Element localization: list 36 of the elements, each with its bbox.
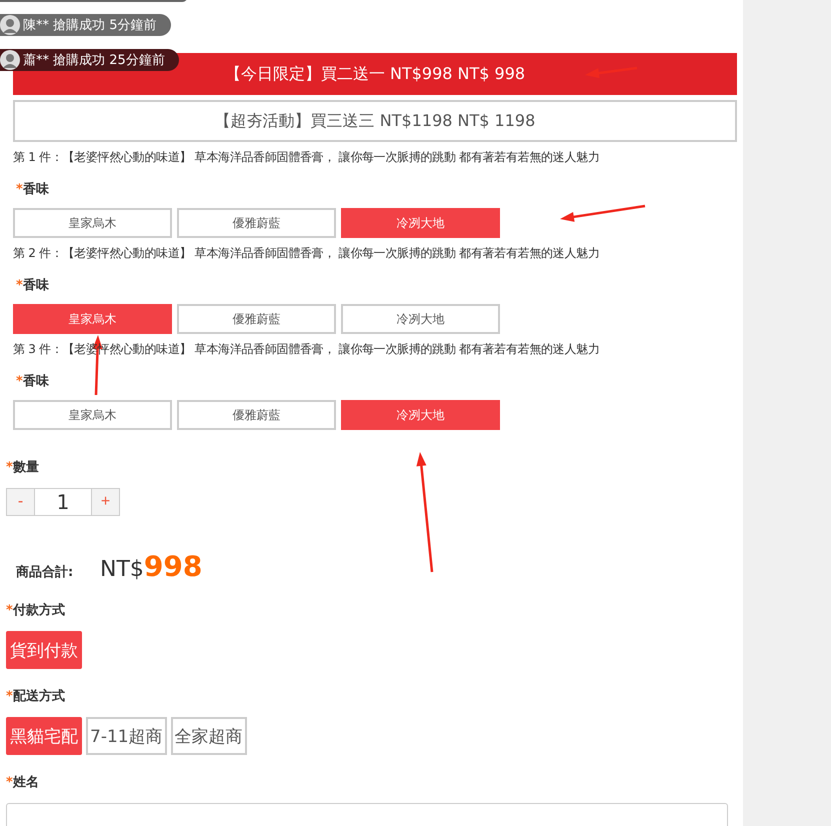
- total-amount: 998: [144, 550, 202, 583]
- required-mark: *: [6, 689, 13, 704]
- scent-option[interactable]: 優雅蔚藍: [177, 208, 336, 238]
- scent-option[interactable]: 冷冽大地: [341, 400, 500, 430]
- payment-label: 付款方式: [12, 603, 65, 618]
- scent-option[interactable]: 皇家烏木: [13, 304, 172, 334]
- attribute-label: 香味: [22, 374, 49, 389]
- item-title: 第 2 件：【老婆怦然心動的味道】 草本海洋品香師固體香膏， 讓你每一次脈搏的跳動 都有著若有若無的迷人魅力: [13, 245, 601, 262]
- payment-option[interactable]: 貨到付款: [6, 631, 82, 669]
- total-label: 商品合計:: [16, 564, 74, 581]
- required-mark: *: [16, 374, 23, 389]
- required-mark: *: [16, 182, 23, 197]
- scent-option[interactable]: 冷冽大地: [341, 208, 500, 238]
- attribute-label: 香味: [22, 182, 49, 197]
- scent-option[interactable]: 優雅蔚藍: [177, 400, 336, 430]
- scent-option[interactable]: 優雅蔚藍: [177, 304, 336, 334]
- required-mark: *: [6, 460, 13, 475]
- shipping-label: 配送方式: [12, 689, 65, 704]
- scent-option[interactable]: 冷冽大地: [341, 304, 500, 334]
- avatar-icon: [0, 50, 20, 70]
- quantity-label: 數量: [12, 460, 39, 475]
- shipping-option[interactable]: 黑貓宅配: [6, 717, 82, 755]
- required-mark: *: [16, 278, 23, 293]
- notification-text: 蕭** 搶購成功 25分鐘前: [23, 52, 165, 69]
- required-mark: *: [6, 775, 13, 790]
- name-label: 姓名: [12, 775, 39, 790]
- attribute-label: 香味: [22, 278, 49, 293]
- currency-label: NT$: [100, 557, 144, 582]
- shipping-option[interactable]: 全家超商: [170, 717, 247, 755]
- item-title: 第 1 件：【老婆怦然心動的味道】 草本海洋品香師固體香膏， 讓你每一次脈搏的跳動 都有著若有若無的迷人魅力: [13, 149, 601, 166]
- scent-option[interactable]: 皇家烏木: [13, 400, 172, 430]
- promo-option[interactable]: 【超夯活動】買三送三 NT$1198 NT$ 1198: [13, 100, 737, 142]
- scent-option[interactable]: 皇家烏木: [13, 208, 172, 238]
- notification-text: 陳** 搶購成功 5分鐘前: [23, 17, 157, 34]
- shipping-option[interactable]: 7-11超商: [86, 717, 167, 755]
- required-mark: *: [6, 603, 13, 618]
